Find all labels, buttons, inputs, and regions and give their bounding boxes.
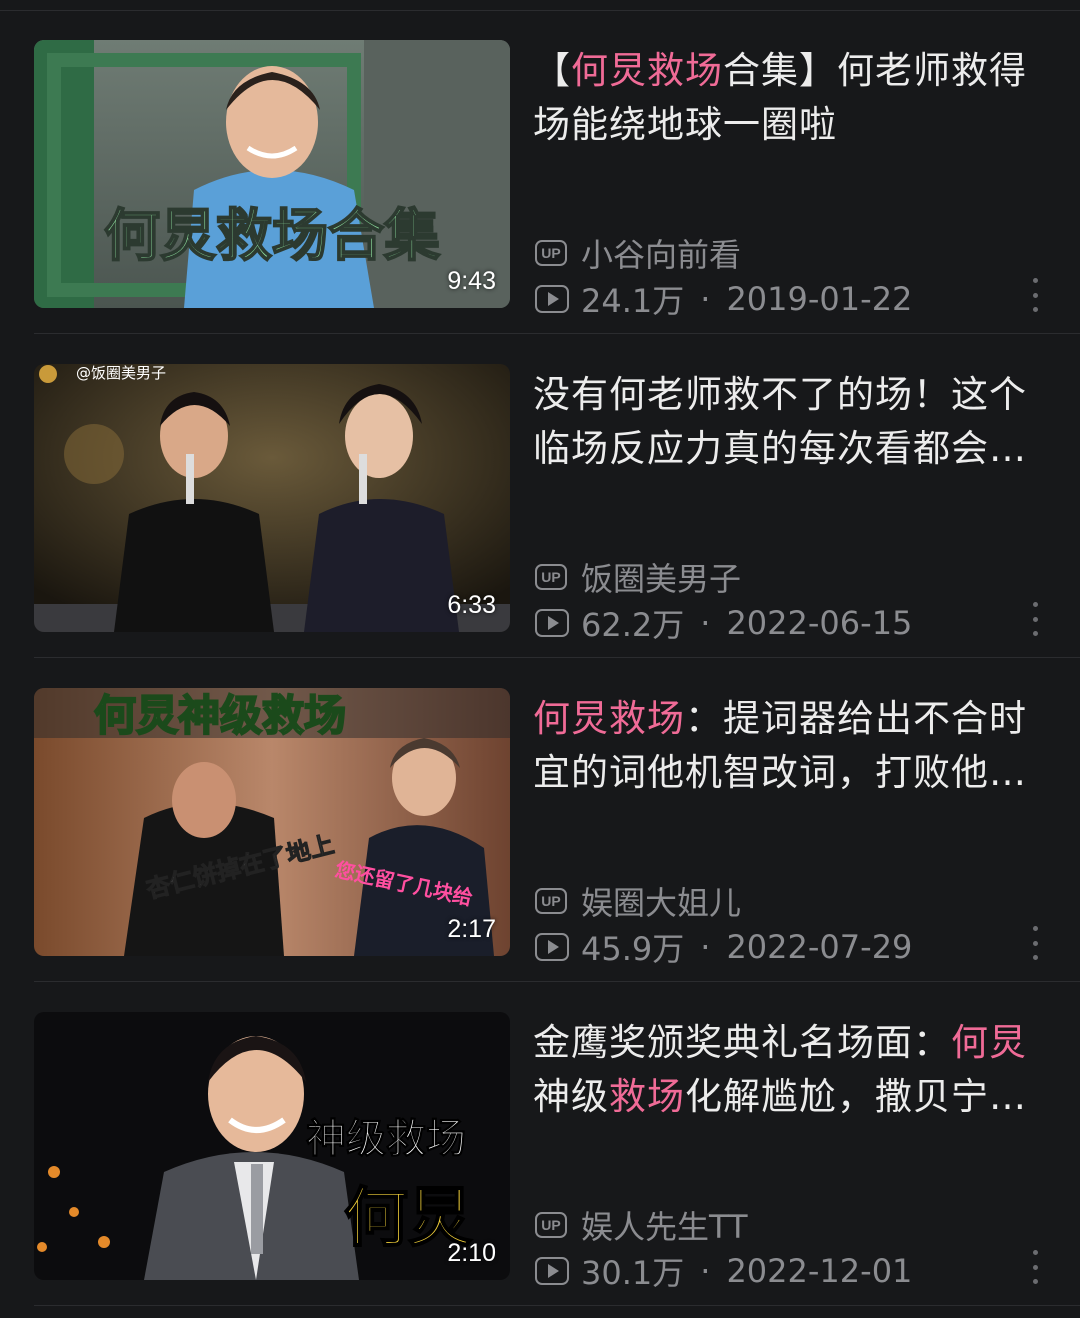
video-item[interactable]: 何炅神级救场 杏仁饼掉在了地上 您还留了几块给 2:17 何炅救场：提词器给出不… — [0, 658, 1080, 982]
video-item[interactable]: 神级救场 何炅 2:10 金鹰奖颁奖典礼名场面：何炅神级救场化解尴尬，撒贝宁表情… — [0, 982, 1080, 1306]
video-title[interactable]: 何炅救场：提词器给出不合时宜的词他机智改词，打败他的人出现了 — [533, 692, 1043, 800]
up-badge-icon: UP — [535, 888, 567, 914]
title-highlight: 何炅 — [951, 1021, 1027, 1064]
video-duration: 9:43 — [447, 267, 496, 295]
video-duration: 6:33 — [447, 591, 496, 619]
view-count: 30.1万 — [581, 1254, 685, 1292]
video-item[interactable]: 何炅救场合集 9:43 【何炅救场合集】何老师救得场能绕地球一圈啦 UP 小谷向… — [0, 10, 1080, 334]
thumbnail-image: 何炅救场合集 — [34, 40, 510, 308]
video-thumbnail[interactable]: 何炅神级救场 杏仁饼掉在了地上 您还留了几块给 2:17 — [34, 688, 510, 956]
separator: · — [700, 1252, 711, 1290]
title-highlight: 何炅救场 — [533, 697, 685, 740]
uploader-row[interactable]: UP 娱圈大姐儿 — [535, 878, 741, 924]
uploader-name: 小谷向前看 — [581, 236, 742, 274]
uploader-name: 娱圈大姐儿 — [581, 884, 742, 922]
separator: · — [700, 604, 711, 642]
uploader-row[interactable]: UP 娱人先生TT — [535, 1202, 748, 1248]
video-duration: 2:17 — [447, 915, 496, 943]
up-badge-icon: UP — [535, 240, 567, 266]
item-divider — [34, 1305, 1080, 1306]
stats-row: 45.9万 · 2022-07-29 — [535, 924, 912, 970]
video-title[interactable]: 金鹰奖颁奖典礼名场面：何炅神级救场化解尴尬，撒贝宁表情亮了 — [533, 1016, 1043, 1124]
view-count: 62.2万 — [581, 606, 685, 644]
uploader-name: 饭圈美男子 — [581, 560, 742, 598]
more-vertical-icon[interactable] — [1027, 602, 1043, 636]
view-count: 45.9万 — [581, 930, 685, 968]
title-highlight: 何炅救场 — [571, 49, 723, 92]
separator: · — [700, 928, 711, 966]
play-count-icon — [535, 285, 569, 313]
video-list: 何炅救场合集 9:43 【何炅救场合集】何老师救得场能绕地球一圈啦 UP 小谷向… — [0, 0, 1080, 1318]
play-count-icon — [535, 1257, 569, 1285]
stats-row: 24.1万 · 2019-01-22 — [535, 276, 912, 322]
thumb-caption: 神级救场 — [306, 1116, 466, 1162]
publish-date: 2022-07-29 — [726, 928, 913, 966]
play-count-icon — [535, 609, 569, 637]
thumb-caption: @饭圈美男子 — [76, 364, 166, 382]
title-text: 金鹰奖颁奖典礼名场面： — [533, 1021, 951, 1064]
more-vertical-icon[interactable] — [1027, 278, 1043, 312]
video-thumbnail[interactable]: @饭圈美男子 6:33 — [34, 364, 510, 632]
more-vertical-icon[interactable] — [1027, 926, 1043, 960]
video-title[interactable]: 没有何老师救不了的场！这个临场反应力真的每次看都会惊艳 — [533, 368, 1043, 476]
thumb-caption: 何炅救场合集 — [104, 204, 440, 269]
title-highlight: 救场 — [609, 1075, 685, 1118]
separator: · — [700, 280, 711, 318]
more-vertical-icon[interactable] — [1027, 1250, 1043, 1284]
title-text: 神级 — [533, 1075, 609, 1118]
publish-date: 2019-01-22 — [726, 280, 913, 318]
title-text: 没有何老师救不了的场！这个临场反应力真的每次看都会惊艳 — [533, 373, 1027, 470]
thumb-caption: 何炅神级救场 — [94, 691, 346, 740]
publish-date: 2022-06-15 — [726, 604, 913, 642]
up-badge-icon: UP — [535, 564, 567, 590]
up-badge-icon: UP — [535, 1212, 567, 1238]
video-item[interactable]: @饭圈美男子 6:33 没有何老师救不了的场！这个临场反应力真的每次看都会惊艳 … — [0, 334, 1080, 658]
video-thumbnail[interactable]: 何炅救场合集 9:43 — [34, 40, 510, 308]
video-thumbnail[interactable]: 神级救场 何炅 2:10 — [34, 1012, 510, 1280]
stats-row: 30.1万 · 2022-12-01 — [535, 1248, 912, 1294]
thumbnail-image: 神级救场 何炅 — [34, 1012, 510, 1280]
thumbnail-image: 何炅神级救场 杏仁饼掉在了地上 您还留了几块给 — [34, 688, 510, 956]
view-count: 24.1万 — [581, 282, 685, 320]
uploader-name: 娱人先生TT — [581, 1208, 748, 1246]
uploader-row[interactable]: UP 饭圈美男子 — [535, 554, 741, 600]
uploader-row[interactable]: UP 小谷向前看 — [535, 230, 741, 276]
video-duration: 2:10 — [447, 1239, 496, 1267]
play-count-icon — [535, 933, 569, 961]
stats-row: 62.2万 · 2022-06-15 — [535, 600, 912, 646]
thumbnail-image: @饭圈美男子 — [34, 364, 510, 632]
title-text: 【 — [533, 49, 571, 92]
video-title[interactable]: 【何炅救场合集】何老师救得场能绕地球一圈啦 — [533, 44, 1043, 152]
publish-date: 2022-12-01 — [726, 1252, 913, 1290]
